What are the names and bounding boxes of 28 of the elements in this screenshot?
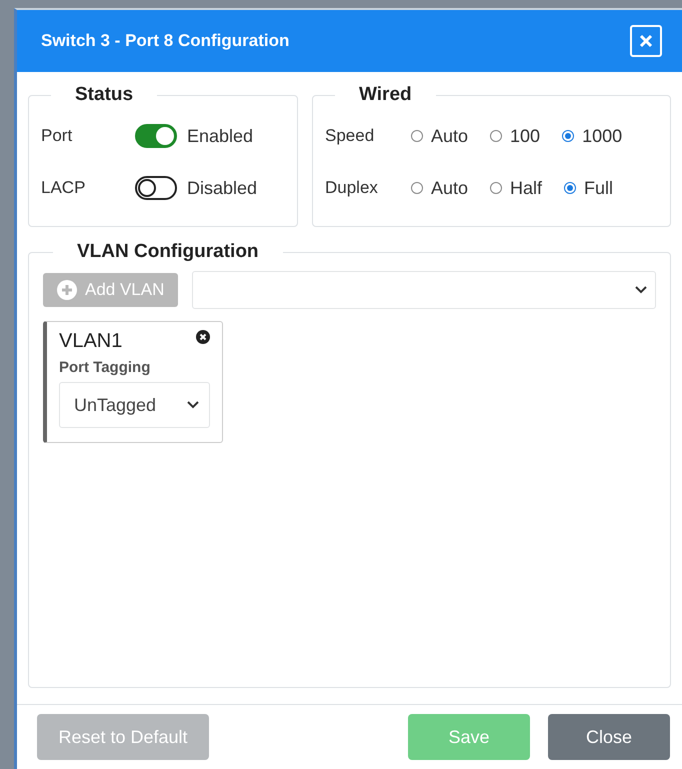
- window-title: Switch 3 - Port 8 Configuration: [41, 31, 290, 51]
- vlan-name: VLAN1: [59, 330, 122, 353]
- chevron-down-icon: [187, 401, 199, 409]
- close-button[interactable]: [630, 25, 662, 57]
- panel-title: Wired: [358, 84, 413, 106]
- radio-group-label: Speed: [325, 126, 376, 146]
- radio-option[interactable]: 1000: [562, 126, 622, 146]
- plus-icon: [57, 280, 77, 300]
- toggle-switch[interactable]: [135, 124, 177, 148]
- radio-option[interactable]: 100: [490, 126, 540, 146]
- toggle-state: Disabled: [187, 178, 258, 198]
- remove-icon[interactable]: [196, 330, 210, 344]
- panel-title: Status: [74, 84, 134, 106]
- radio-option[interactable]: Auto: [411, 178, 468, 198]
- toggle-state: Enabled: [187, 126, 254, 146]
- close-icon: [639, 34, 653, 48]
- field-label: Port Tagging: [59, 359, 152, 376]
- close-button[interactable]: Close: [548, 714, 670, 760]
- toggle-label: LACP: [41, 178, 86, 198]
- toggle-switch[interactable]: [135, 176, 177, 200]
- radio-option[interactable]: Auto: [411, 126, 468, 146]
- port-tagging-select[interactable]: UnTagged: [59, 382, 210, 428]
- toggle-label: Port: [41, 126, 74, 146]
- panel-title: VLAN Configuration: [76, 241, 260, 263]
- radio-group-label: Duplex: [325, 178, 379, 198]
- radio-option[interactable]: Half: [490, 178, 542, 198]
- chevron-down-icon: [635, 286, 647, 294]
- radio-option[interactable]: Full: [564, 178, 614, 198]
